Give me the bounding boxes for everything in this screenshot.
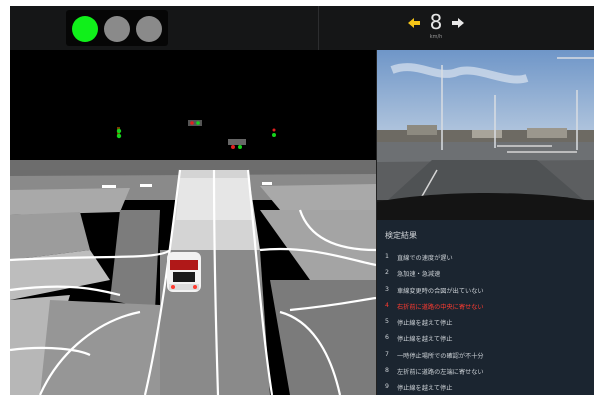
result-number: 7	[385, 350, 389, 358]
results-title: 検定結果	[385, 231, 417, 240]
signal-lamp-green	[72, 16, 98, 42]
signal-lamp-off	[104, 16, 130, 42]
result-text: 停止線を越えて停止	[397, 385, 453, 393]
result-item: 1 直線での速度が遅い	[377, 250, 594, 266]
result-text: 急加速・急減速	[397, 271, 441, 279]
traffic-signal-indicator	[66, 10, 168, 46]
result-item: 4 右折前に道路の中央に寄せない	[377, 299, 594, 315]
result-number: 8	[385, 367, 389, 375]
result-number: 5	[385, 318, 389, 326]
right-arrow-icon	[452, 18, 464, 28]
simulator-window: 8 km/h 検定結果 1 直線での速度が遅い 2 急加速・急減速 3 車線変更…	[10, 6, 594, 395]
result-item: 7 一時停止場所での確認が不十分	[377, 348, 594, 364]
results-list: 1 直線での速度が遅い 2 急加速・急減速 3 車線変更時の合図が出ていない 4 右折前に道路…	[377, 250, 594, 395]
result-text: 停止線を越えて停止	[397, 336, 453, 344]
result-number: 3	[385, 285, 389, 293]
result-number: 9	[385, 383, 389, 391]
result-number: 6	[385, 334, 389, 342]
result-number: 4	[385, 301, 389, 309]
result-item: 6 停止線を越えて停止	[377, 331, 594, 347]
driving-scene-3d-view[interactable]	[10, 50, 376, 395]
left-arrow-icon	[408, 18, 420, 28]
result-text: 直線での速度が遅い	[397, 255, 453, 262]
top-status-bar: 8 km/h	[10, 6, 594, 51]
ego-vehicle	[167, 252, 201, 292]
result-number: 1	[385, 253, 389, 260]
result-item: 3 車線変更時の合図が出ていない	[377, 283, 594, 299]
result-text: 車線変更時の合図が出ていない	[397, 287, 484, 295]
speed-unit: km/h	[429, 34, 443, 40]
result-item: 2 急加速・急減速	[377, 266, 594, 282]
result-number: 2	[385, 269, 389, 277]
evaluation-results-panel: 検定結果 1 直線での速度が遅い 2 急加速・急減速 3 車線変更時の合図が出ていない 4 右…	[376, 220, 594, 395]
distant-traffic-light-icon	[188, 120, 202, 126]
signal-lamp-off	[136, 16, 162, 42]
result-item: 5 停止線を越えて停止	[377, 315, 594, 331]
result-item: 8 左折前に道路の左端に寄せない	[377, 364, 594, 380]
front-camera-view	[376, 50, 594, 220]
speed-value: 8	[429, 10, 443, 34]
result-text: 左折前に道路の左端に寄せない	[397, 369, 484, 377]
result-text: 右折前に道路の中央に寄せない	[397, 303, 484, 311]
topbar-divider	[318, 6, 319, 50]
result-text: 停止線を越えて停止	[397, 320, 453, 328]
result-text: 一時停止場所での確認が不十分	[397, 352, 484, 360]
result-item: 9 停止線を越えて停止	[377, 380, 594, 395]
